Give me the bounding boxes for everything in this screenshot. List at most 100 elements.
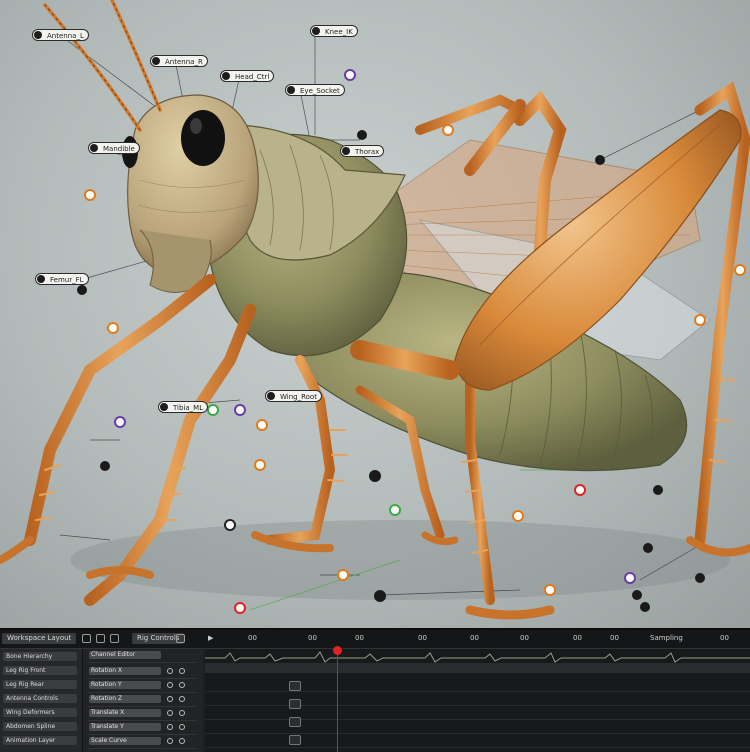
keyframe-lane[interactable] <box>205 719 750 734</box>
frame-label: ▶ <box>208 634 214 642</box>
channel-header-row: Channel Editor <box>87 649 197 663</box>
callout-antenna-r[interactable]: Antenna_R <box>150 55 208 67</box>
rig-node[interactable] <box>234 602 246 614</box>
callout-thorax[interactable]: Thorax <box>340 145 385 157</box>
3d-viewport[interactable]: Antenna_L Antenna_R Head_Ctrl Eye_Socket… <box>0 0 750 628</box>
rig-node[interactable] <box>100 461 110 471</box>
rig-node[interactable] <box>595 155 605 165</box>
rig-node[interactable] <box>442 124 454 136</box>
callout-tibia-ml[interactable]: Tibia_ML <box>158 401 209 413</box>
lock-toggle-icon[interactable] <box>179 710 185 716</box>
layer-row[interactable]: Leg Rig Front <box>3 666 77 675</box>
keyframe-lane[interactable] <box>205 691 750 706</box>
layer-row[interactable]: Bone Hierarchy <box>3 652 77 661</box>
animation-timeline-panel[interactable]: Workspace Layout Rig Controls ▶ 00 00 00… <box>0 628 750 752</box>
lock-toggle-icon[interactable] <box>179 668 185 674</box>
rig-node[interactable] <box>734 264 746 276</box>
rig-node[interactable] <box>224 519 236 531</box>
timeline-scrollbar[interactable] <box>205 663 750 673</box>
rig-node[interactable] <box>77 285 87 295</box>
rig-node[interactable] <box>344 69 356 81</box>
layer-row[interactable]: Leg Rig Rear <box>3 680 77 689</box>
frame-label: 00 <box>248 634 257 642</box>
lock-toggle-icon[interactable] <box>179 724 185 730</box>
channel-label: Rotation X <box>89 667 161 675</box>
callout-femur-fl[interactable]: Femur_FL <box>35 273 89 285</box>
layer-row[interactable]: Abdomen Spline <box>3 722 77 731</box>
grasshopper-rig-model[interactable] <box>0 0 750 628</box>
rig-node[interactable] <box>374 590 386 602</box>
rig-node[interactable] <box>695 573 705 583</box>
channel-row[interactable]: Scale Curve <box>87 735 197 749</box>
tab-workspace-layout[interactable]: Workspace Layout <box>2 633 77 644</box>
rig-node[interactable] <box>643 543 653 553</box>
channel-label: Translate Y <box>89 723 161 731</box>
layers-panel[interactable]: Bone Hierarchy Leg Rig Front Leg Rig Rea… <box>0 649 83 752</box>
frame-label: 00 <box>470 634 479 642</box>
layer-row[interactable]: Animation Layer <box>3 736 77 745</box>
frame-label: 00 <box>355 634 364 642</box>
rig-node[interactable] <box>512 510 524 522</box>
graph-editor[interactable] <box>205 646 750 752</box>
rig-node[interactable] <box>640 602 650 612</box>
layer-row[interactable]: Wing Deformers <box>3 708 77 717</box>
rig-node[interactable] <box>653 485 663 495</box>
lock-track-button[interactable] <box>289 717 301 727</box>
callout-head-ctrl[interactable]: Head_Ctrl <box>220 70 275 82</box>
rig-node[interactable] <box>544 584 556 596</box>
lock-track-button[interactable] <box>289 681 301 691</box>
key-toggle-icon[interactable] <box>167 696 173 702</box>
channel-header: Channel Editor <box>89 651 161 659</box>
rig-node[interactable] <box>624 572 636 584</box>
key-toggle-icon[interactable] <box>167 738 173 744</box>
callout-antenna-l[interactable]: Antenna_L <box>32 29 89 41</box>
rig-node[interactable] <box>337 569 349 581</box>
rig-node[interactable] <box>254 459 266 471</box>
rig-node[interactable] <box>107 322 119 334</box>
keyframe-lane[interactable] <box>205 677 750 692</box>
channel-label: Rotation Y <box>89 681 161 689</box>
callout-eye-socket[interactable]: Eye_Socket <box>285 84 345 96</box>
key-toggle-icon[interactable] <box>167 682 173 688</box>
channel-row[interactable]: Translate Y <box>87 721 197 735</box>
callout-wing-root[interactable]: Wing_Root <box>265 390 322 402</box>
rig-node[interactable] <box>234 404 246 416</box>
eye <box>181 110 225 166</box>
settings-icon[interactable] <box>96 634 105 643</box>
antennae <box>43 0 162 132</box>
link-icon[interactable] <box>110 634 119 643</box>
callout-mandible[interactable]: Mandible <box>88 142 140 154</box>
key-toggle-icon[interactable] <box>167 724 173 730</box>
layer-row[interactable]: Antenna Controls <box>3 694 77 703</box>
lock-track-button[interactable] <box>289 735 301 745</box>
lock-track-button[interactable] <box>289 699 301 709</box>
rig-node[interactable] <box>357 130 367 140</box>
lock-toggle-icon[interactable] <box>179 738 185 744</box>
lock-toggle-icon[interactable] <box>179 682 185 688</box>
rig-node[interactable] <box>207 404 219 416</box>
rig-node[interactable] <box>84 189 96 201</box>
rig-node[interactable] <box>389 504 401 516</box>
key-toggle-icon[interactable] <box>167 668 173 674</box>
keyframe-lane[interactable] <box>205 733 750 748</box>
channel-row[interactable]: Translate X <box>87 707 197 721</box>
keyframe-lane[interactable] <box>205 705 750 720</box>
channel-editor[interactable]: Channel Editor Rotation X Rotation Y Rot… <box>83 649 203 752</box>
lock-toggle-icon[interactable] <box>179 696 185 702</box>
playhead[interactable] <box>337 649 338 752</box>
callout-knee-ik[interactable]: Knee_IK <box>310 25 358 37</box>
rig-node[interactable] <box>114 416 126 428</box>
key-icon[interactable] <box>176 634 185 643</box>
rig-node[interactable] <box>369 470 381 482</box>
rig-node[interactable] <box>694 314 706 326</box>
menu-icon[interactable] <box>82 634 91 643</box>
timeline-ruler-bar[interactable]: Workspace Layout Rig Controls ▶ 00 00 00… <box>0 630 750 649</box>
key-toggle-icon[interactable] <box>167 710 173 716</box>
rig-node[interactable] <box>574 484 586 496</box>
channel-row[interactable]: Rotation Z <box>87 693 197 707</box>
channel-row[interactable]: Rotation Y <box>87 679 197 693</box>
rig-node[interactable] <box>632 590 642 600</box>
channel-row[interactable]: Rotation X <box>87 665 197 679</box>
rig-node[interactable] <box>256 419 268 431</box>
playhead-handle[interactable] <box>333 646 342 655</box>
